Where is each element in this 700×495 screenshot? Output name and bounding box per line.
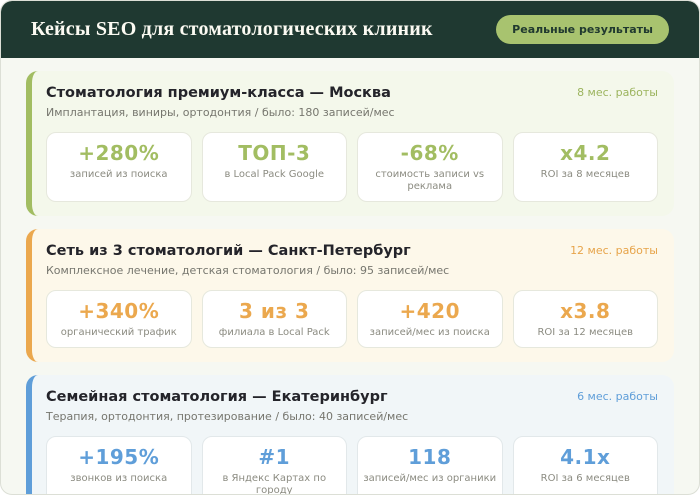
stat-value: -68% <box>400 141 459 166</box>
stat-value: 3 из 3 <box>239 299 310 324</box>
stat-label: в Яндекс Картах по городу <box>222 473 327 495</box>
stat-label: ROI за 6 месяцев <box>540 473 630 485</box>
case-subtitle: Имплантация, виниры, ортодонтия / было: … <box>46 106 395 120</box>
case-duration-badge: 6 мес. работы <box>577 390 658 404</box>
cases-list: Стоматология премиум-класса — Москва Имп… <box>1 58 699 495</box>
stat-label: органический трафик <box>60 327 177 339</box>
stat-value: +420 <box>399 299 460 324</box>
stat-value: 118 <box>408 445 452 470</box>
stat-tile: -68% стоимость записи vs реклама <box>357 132 503 203</box>
stat-tile: 118 записей/мес из органики <box>357 436 503 494</box>
stat-label: в Local Pack Google <box>224 169 325 181</box>
stat-value: #1 <box>258 445 291 470</box>
stat-tile: 3 из 3 филиала в Local Pack <box>201 290 347 349</box>
stats-row: +280% записей из поиска ТОП-3 в Local Pa… <box>46 132 658 203</box>
stat-tile: x3.8 ROI за 12 месяцев <box>512 290 658 349</box>
header-bar: Кейсы SEO для стоматологических клиник Р… <box>1 1 699 58</box>
case-duration-badge: 12 мес. работы <box>570 244 658 258</box>
stat-label: ROI за 8 месяцев <box>540 169 630 181</box>
stat-label: записей/мес из органики <box>363 473 497 485</box>
case-subtitle: Терапия, ортодонтия, протезирование / бы… <box>46 410 409 424</box>
stat-value: x4.2 <box>560 141 611 166</box>
stat-label: стоимость записи vs реклама <box>375 169 485 193</box>
stat-label: записей/мес из поиска <box>369 327 490 339</box>
stat-value: ТОП-3 <box>238 141 311 166</box>
stat-tile: ТОП-3 в Local Pack Google <box>201 132 347 203</box>
case-title: Семейная стоматология — Екатеринбург <box>46 389 388 406</box>
stats-row: +195% звонков из поиска #1 в Яндекс Карт… <box>46 436 658 495</box>
stat-tile: #1 в Яндекс Картах по городу <box>201 436 347 495</box>
real-results-badge: Реальные результаты <box>496 15 669 44</box>
seo-cases-panel: Кейсы SEO для стоматологических клиник Р… <box>0 0 700 495</box>
stat-tile: x4.2 ROI за 8 месяцев <box>512 132 658 203</box>
case-title: Сеть из 3 стоматологий — Санкт-Петербург <box>46 243 411 260</box>
stat-label: записей из поиска <box>69 169 168 181</box>
case-subtitle: Комплексное лечение, детская стоматологи… <box>46 264 450 278</box>
stat-value: +195% <box>78 445 160 470</box>
stats-row: +340% органический трафик 3 из 3 филиала… <box>46 290 658 349</box>
stat-value: 4.1x <box>560 445 611 470</box>
page-title: Кейсы SEO для стоматологических клиник <box>31 18 433 40</box>
stat-value: +340% <box>78 299 160 324</box>
stat-tile: +420 записей/мес из поиска <box>357 290 503 349</box>
stat-tile: 4.1x ROI за 6 месяцев <box>512 436 658 494</box>
case-card-spb: Сеть из 3 стоматологий — Санкт-Петербург… <box>26 229 674 363</box>
case-title: Стоматология премиум-класса — Москва <box>46 85 391 101</box>
stat-label: филиала в Local Pack <box>218 327 330 339</box>
stat-label: ROI за 12 месяцев <box>537 327 634 339</box>
case-card-ekaterinburg: Семейная стоматология — Екатеринбург Тер… <box>26 375 674 495</box>
stat-tile: +195% звонков из поиска <box>46 436 192 494</box>
stat-label: звонков из поиска <box>70 473 168 485</box>
stat-tile: +280% записей из поиска <box>46 132 192 203</box>
stat-tile: +340% органический трафик <box>46 290 192 349</box>
stat-value: +280% <box>78 141 160 166</box>
case-card-moscow: Стоматология премиум-класса — Москва Имп… <box>26 71 674 217</box>
stat-value: x3.8 <box>560 299 611 324</box>
case-duration-badge: 8 мес. работы <box>577 86 658 99</box>
